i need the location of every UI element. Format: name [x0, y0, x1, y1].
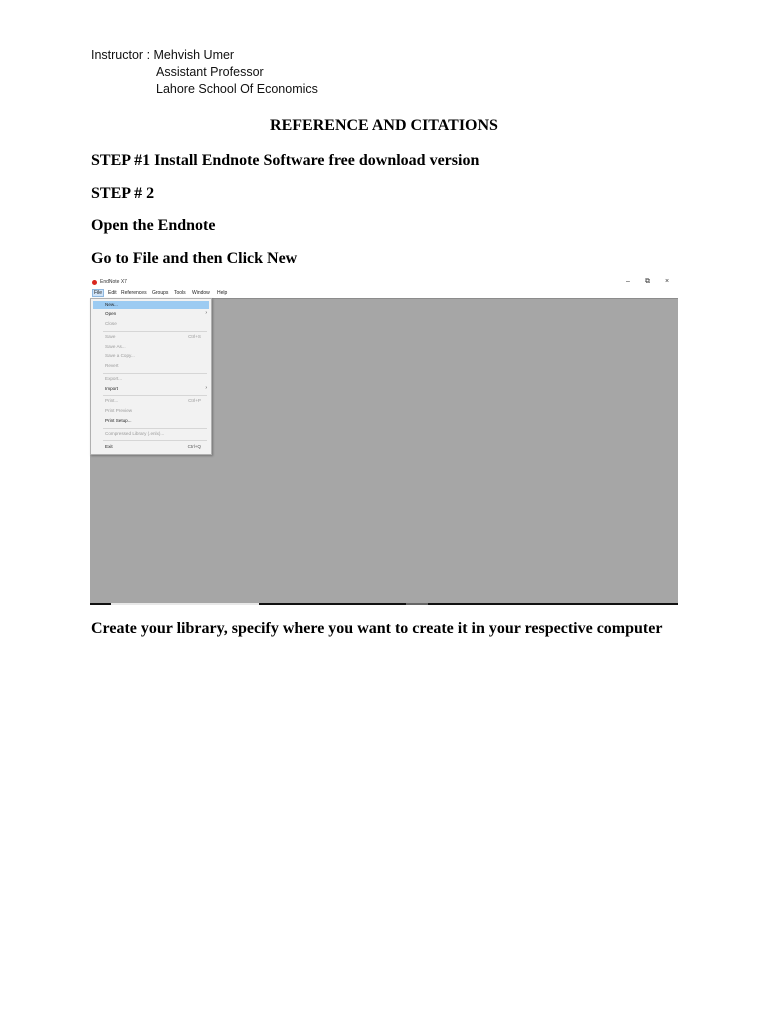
menu-item-new[interactable]: New...	[105, 302, 118, 307]
menu-references[interactable]: References	[121, 290, 147, 296]
menu-groups[interactable]: Groups	[152, 290, 168, 296]
window-title: EndNote X7	[100, 279, 127, 285]
menu-item-exit[interactable]: Exit	[105, 444, 113, 449]
instructor-block: Instructor : Mehvish Umer Assistant Prof…	[91, 47, 318, 98]
shortcut-print: Ctrl+P	[188, 398, 201, 403]
menu-separator	[103, 395, 207, 396]
submenu-arrow-icon: ›	[205, 310, 207, 316]
file-menu-dropdown: New... Open › Close Save Ctrl+S Save As.…	[90, 298, 212, 455]
taskbar-segment	[111, 603, 259, 605]
menu-item-export[interactable]: Export...	[105, 376, 122, 381]
menu-item-print-preview[interactable]: Print Preview	[105, 408, 132, 413]
step-1: STEP #1 Install Endnote Software free do…	[91, 152, 480, 169]
instructor-position: Assistant Professor	[156, 65, 264, 79]
step-create-library: Create your library, specify where you w…	[91, 620, 663, 637]
menu-item-save-copy[interactable]: Save a Copy...	[105, 353, 135, 358]
shortcut-exit: Ctrl+Q	[187, 444, 201, 449]
menu-item-print[interactable]: Print...	[105, 398, 118, 403]
menu-help[interactable]: Help	[217, 290, 227, 296]
menu-item-close[interactable]: Close	[105, 321, 117, 326]
submenu-arrow-icon: ›	[205, 385, 207, 391]
step-2: STEP # 2	[91, 185, 155, 202]
menu-file[interactable]: File	[92, 289, 105, 297]
instructor-line: Instructor : Mehvish Umer	[91, 48, 235, 62]
endnote-screenshot: EndNote X7 – ⧉ × File Edit References Gr…	[90, 277, 678, 605]
menu-window[interactable]: Window	[192, 290, 210, 296]
menu-separator	[103, 440, 207, 441]
menu-separator	[103, 428, 207, 429]
endnote-logo-icon	[92, 280, 97, 285]
close-icon[interactable]: ×	[665, 278, 669, 285]
shortcut-save: Ctrl+S	[188, 334, 201, 339]
step-goto: Go to File and then Click New	[91, 250, 298, 267]
menu-item-compressed-library[interactable]: Compressed Library (.enlx)...	[105, 431, 164, 436]
window-titlebar: EndNote X7 – ⧉ ×	[90, 277, 678, 288]
menu-item-open[interactable]: Open	[105, 311, 116, 316]
menu-item-revert[interactable]: Revert	[105, 363, 119, 368]
instructor-institution: Lahore School Of Economics	[156, 82, 318, 96]
menu-item-save[interactable]: Save	[105, 334, 115, 339]
menu-item-save-as[interactable]: Save As...	[105, 344, 126, 349]
menu-item-import[interactable]: Import	[105, 386, 118, 391]
menu-separator	[103, 331, 207, 332]
minimize-icon[interactable]: –	[626, 278, 630, 285]
page-title: REFERENCE AND CITATIONS	[270, 117, 498, 134]
menu-edit[interactable]: Edit	[108, 290, 117, 296]
menu-item-print-setup[interactable]: Print Setup...	[105, 418, 132, 423]
menu-tools[interactable]: Tools	[174, 290, 186, 296]
menu-separator	[103, 373, 207, 374]
step-open: Open the Endnote	[91, 217, 216, 234]
restore-icon[interactable]: ⧉	[645, 278, 650, 286]
taskbar-segment	[406, 603, 428, 605]
menubar: File Edit References Groups Tools Window…	[90, 289, 678, 297]
